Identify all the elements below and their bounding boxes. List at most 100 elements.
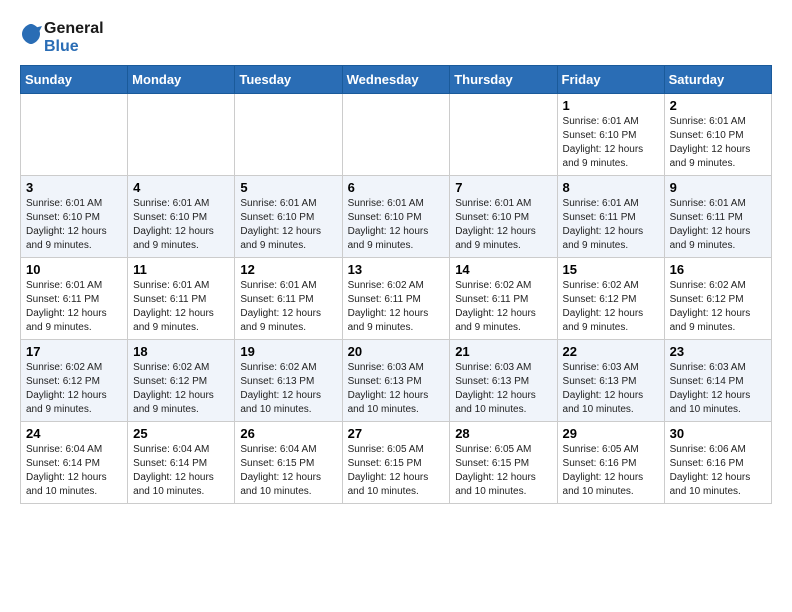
logo-text-general: General bbox=[44, 20, 104, 38]
calendar-cell: 23 Sunrise: 6:03 AM Sunset: 6:14 PM Dayli… bbox=[664, 340, 771, 422]
day-number: 1 bbox=[563, 98, 659, 113]
day-number: 20 bbox=[348, 344, 445, 359]
day-info: Sunrise: 6:03 AM Sunset: 6:13 PM Dayligh… bbox=[348, 361, 445, 417]
calendar-cell: 12Sunrise: 6:01 AM Sunset: 6:11 PM Dayli… bbox=[235, 258, 342, 340]
day-number: 21 bbox=[455, 344, 551, 359]
calendar-cell: 8 Sunrise: 6:01 AM Sunset: 6:11 PM Daylig… bbox=[557, 176, 664, 258]
col-header-wednesday: Wednesday bbox=[342, 66, 450, 94]
day-info: Sunrise: 6:02 AM Sunset: 6:12 PM Dayligh… bbox=[670, 279, 766, 335]
day-number: 23 bbox=[670, 344, 766, 359]
calendar-cell bbox=[450, 94, 557, 176]
day-number: 22 bbox=[563, 344, 659, 359]
calendar-cell: 15 Sunrise: 6:02 AM Sunset: 6:12 PM Dayli… bbox=[557, 258, 664, 340]
day-number: 3 bbox=[26, 180, 122, 195]
calendar-cell: 29 Sunrise: 6:05 AM Sunset: 6:16 PM Dayli… bbox=[557, 422, 664, 504]
col-header-friday: Friday bbox=[557, 66, 664, 94]
day-info: Sunrise: 6:04 AM Sunset: 6:14 PM Dayligh… bbox=[133, 443, 229, 499]
calendar-cell: 1 Sunrise: 6:01 AM Sunset: 6:10 PM Daylig… bbox=[557, 94, 664, 176]
calendar-week-row: 3 Sunrise: 6:01 AM Sunset: 6:10 PM Daylig… bbox=[21, 176, 772, 258]
calendar-cell: 20 Sunrise: 6:03 AM Sunset: 6:13 PM Dayli… bbox=[342, 340, 450, 422]
day-info: Sunrise: 6:01 AM Sunset: 6:11 PM Dayligh… bbox=[133, 279, 229, 335]
day-number: 6 bbox=[348, 180, 445, 195]
day-info: Sunrise: 6:01 AM Sunset: 6:10 PM Dayligh… bbox=[26, 197, 122, 253]
day-info: Sunrise: 6:06 AM Sunset: 6:16 PM Dayligh… bbox=[670, 443, 766, 499]
day-info: Sunrise: 6:05 AM Sunset: 6:16 PM Dayligh… bbox=[563, 443, 659, 499]
day-info: Sunrise: 6:01 AM Sunset: 6:10 PM Dayligh… bbox=[670, 115, 766, 171]
day-number: 29 bbox=[563, 426, 659, 441]
col-header-sunday: Sunday bbox=[21, 66, 128, 94]
calendar-cell: 22 Sunrise: 6:03 AM Sunset: 6:13 PM Dayli… bbox=[557, 340, 664, 422]
col-header-thursday: Thursday bbox=[450, 66, 557, 94]
day-info: Sunrise: 6:03 AM Sunset: 6:13 PM Dayligh… bbox=[455, 361, 551, 417]
day-info: Sunrise: 6:01 AM Sunset: 6:11 PM Dayligh… bbox=[670, 197, 766, 253]
day-info: Sunrise: 6:01 AM Sunset: 6:11 PM Dayligh… bbox=[26, 279, 122, 335]
col-header-monday: Monday bbox=[128, 66, 235, 94]
page-header: General Blue bbox=[20, 20, 772, 55]
calendar-cell: 30 Sunrise: 6:06 AM Sunset: 6:16 PM Dayli… bbox=[664, 422, 771, 504]
logo-text-blue: Blue bbox=[44, 38, 104, 56]
calendar-cell: 17 Sunrise: 6:02 AM Sunset: 6:12 PM Dayli… bbox=[21, 340, 128, 422]
day-info: Sunrise: 6:02 AM Sunset: 6:12 PM Dayligh… bbox=[563, 279, 659, 335]
day-number: 25 bbox=[133, 426, 229, 441]
day-number: 24 bbox=[26, 426, 122, 441]
calendar-cell: 10 Sunrise: 6:01 AM Sunset: 6:11 PM Dayli… bbox=[21, 258, 128, 340]
day-info: Sunrise: 6:05 AM Sunset: 6:15 PM Dayligh… bbox=[348, 443, 445, 499]
calendar-week-row: 17 Sunrise: 6:02 AM Sunset: 6:12 PM Dayli… bbox=[21, 340, 772, 422]
day-info: Sunrise: 6:02 AM Sunset: 6:12 PM Dayligh… bbox=[133, 361, 229, 417]
calendar-cell: 5 Sunrise: 6:01 AM Sunset: 6:10 PM Daylig… bbox=[235, 176, 342, 258]
day-info: Sunrise: 6:03 AM Sunset: 6:13 PM Dayligh… bbox=[563, 361, 659, 417]
calendar-cell: 3 Sunrise: 6:01 AM Sunset: 6:10 PM Daylig… bbox=[21, 176, 128, 258]
day-info: Sunrise: 6:03 AM Sunset: 6:14 PM Dayligh… bbox=[670, 361, 766, 417]
calendar-header-row: SundayMondayTuesdayWednesdayThursdayFrid… bbox=[21, 66, 772, 94]
calendar-cell bbox=[235, 94, 342, 176]
day-number: 19 bbox=[240, 344, 336, 359]
day-number: 2 bbox=[670, 98, 766, 113]
calendar-cell bbox=[21, 94, 128, 176]
calendar-cell: 2 Sunrise: 6:01 AM Sunset: 6:10 PM Daylig… bbox=[664, 94, 771, 176]
day-number: 7 bbox=[455, 180, 551, 195]
calendar-table: SundayMondayTuesdayWednesdayThursdayFrid… bbox=[20, 65, 772, 504]
day-number: 4 bbox=[133, 180, 229, 195]
calendar-cell: 27Sunrise: 6:05 AM Sunset: 6:15 PM Dayli… bbox=[342, 422, 450, 504]
day-info: Sunrise: 6:01 AM Sunset: 6:11 PM Dayligh… bbox=[563, 197, 659, 253]
day-info: Sunrise: 6:04 AM Sunset: 6:15 PM Dayligh… bbox=[240, 443, 336, 499]
day-number: 10 bbox=[26, 262, 122, 277]
calendar-week-row: 1 Sunrise: 6:01 AM Sunset: 6:10 PM Daylig… bbox=[21, 94, 772, 176]
day-number: 15 bbox=[563, 262, 659, 277]
col-header-saturday: Saturday bbox=[664, 66, 771, 94]
calendar-cell: 28 Sunrise: 6:05 AM Sunset: 6:15 PM Dayli… bbox=[450, 422, 557, 504]
calendar-cell: 9Sunrise: 6:01 AM Sunset: 6:11 PM Daylig… bbox=[664, 176, 771, 258]
calendar-cell bbox=[342, 94, 450, 176]
day-info: Sunrise: 6:01 AM Sunset: 6:10 PM Dayligh… bbox=[348, 197, 445, 253]
calendar-cell: 6 Sunrise: 6:01 AM Sunset: 6:10 PM Daylig… bbox=[342, 176, 450, 258]
day-info: Sunrise: 6:01 AM Sunset: 6:10 PM Dayligh… bbox=[563, 115, 659, 171]
calendar-cell: 18 Sunrise: 6:02 AM Sunset: 6:12 PM Dayli… bbox=[128, 340, 235, 422]
calendar-cell: 11 Sunrise: 6:01 AM Sunset: 6:11 PM Dayli… bbox=[128, 258, 235, 340]
day-info: Sunrise: 6:01 AM Sunset: 6:10 PM Dayligh… bbox=[240, 197, 336, 253]
day-info: Sunrise: 6:02 AM Sunset: 6:11 PM Dayligh… bbox=[455, 279, 551, 335]
day-number: 26 bbox=[240, 426, 336, 441]
col-header-tuesday: Tuesday bbox=[235, 66, 342, 94]
day-number: 30 bbox=[670, 426, 766, 441]
calendar-cell: 13Sunrise: 6:02 AM Sunset: 6:11 PM Dayli… bbox=[342, 258, 450, 340]
day-info: Sunrise: 6:02 AM Sunset: 6:11 PM Dayligh… bbox=[348, 279, 445, 335]
day-info: Sunrise: 6:02 AM Sunset: 6:12 PM Dayligh… bbox=[26, 361, 122, 417]
calendar-cell bbox=[128, 94, 235, 176]
day-number: 17 bbox=[26, 344, 122, 359]
day-info: Sunrise: 6:05 AM Sunset: 6:15 PM Dayligh… bbox=[455, 443, 551, 499]
day-number: 8 bbox=[563, 180, 659, 195]
day-number: 28 bbox=[455, 426, 551, 441]
calendar-cell: 25 Sunrise: 6:04 AM Sunset: 6:14 PM Dayli… bbox=[128, 422, 235, 504]
day-number: 14 bbox=[455, 262, 551, 277]
calendar-week-row: 10 Sunrise: 6:01 AM Sunset: 6:11 PM Dayli… bbox=[21, 258, 772, 340]
day-info: Sunrise: 6:01 AM Sunset: 6:10 PM Dayligh… bbox=[455, 197, 551, 253]
day-info: Sunrise: 6:04 AM Sunset: 6:14 PM Dayligh… bbox=[26, 443, 122, 499]
day-number: 11 bbox=[133, 262, 229, 277]
calendar-cell: 16Sunrise: 6:02 AM Sunset: 6:12 PM Dayli… bbox=[664, 258, 771, 340]
day-number: 18 bbox=[133, 344, 229, 359]
logo-bird-icon bbox=[20, 22, 42, 54]
day-number: 5 bbox=[240, 180, 336, 195]
calendar-cell: 21 Sunrise: 6:03 AM Sunset: 6:13 PM Dayli… bbox=[450, 340, 557, 422]
calendar-week-row: 24 Sunrise: 6:04 AM Sunset: 6:14 PM Dayli… bbox=[21, 422, 772, 504]
calendar-cell: 26 Sunrise: 6:04 AM Sunset: 6:15 PM Dayli… bbox=[235, 422, 342, 504]
